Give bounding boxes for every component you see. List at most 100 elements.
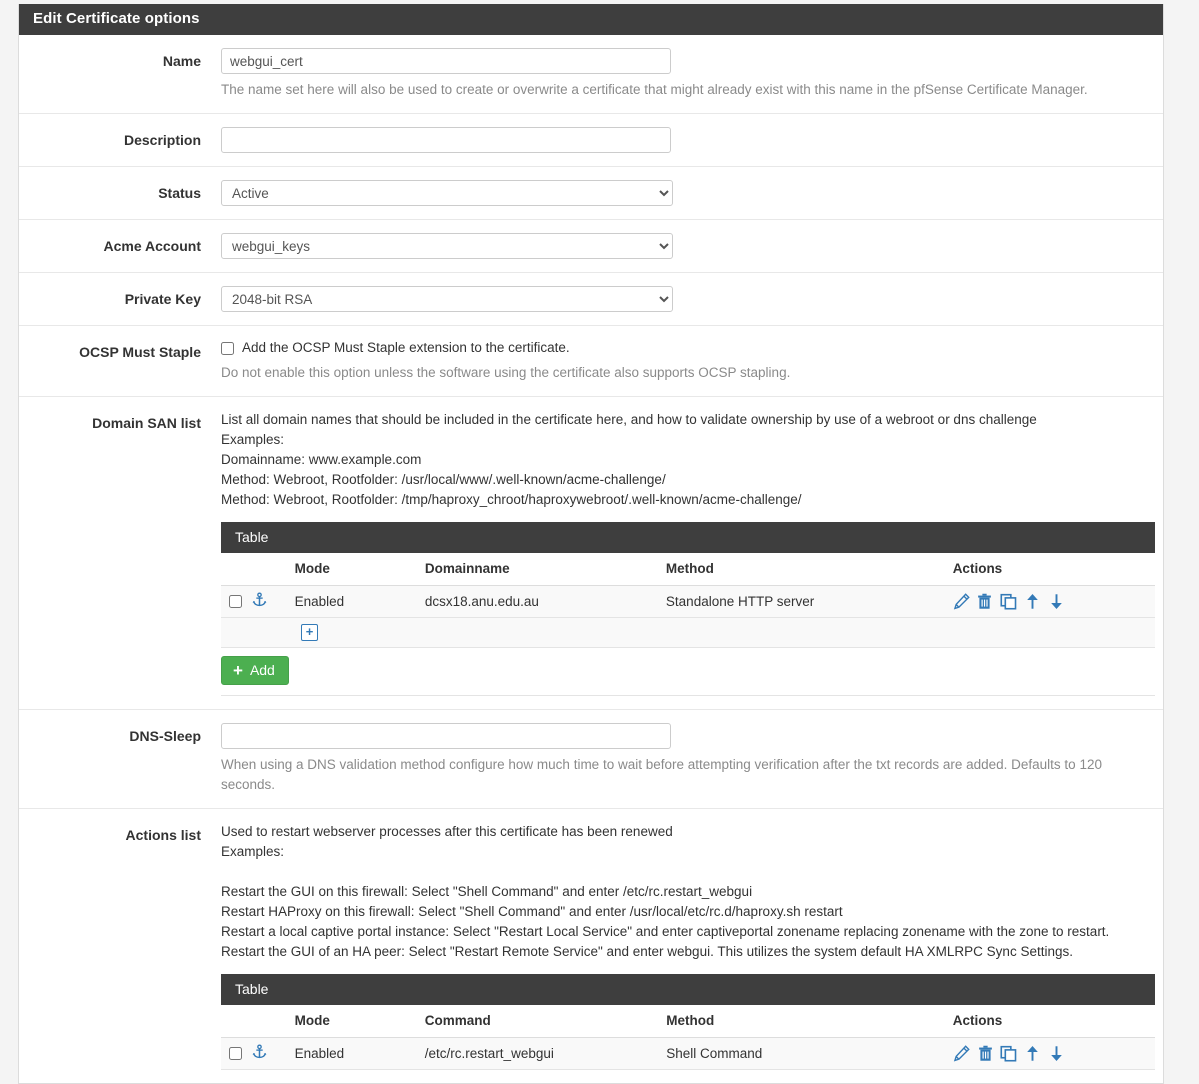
table-row: Enabled /etc/rc.restart_webgui Shell Com…	[221, 1038, 1155, 1070]
actions-list-description: Used to restart webserver processes afte…	[221, 822, 1155, 962]
domain-san-list-description: List all domain names that should be inc…	[221, 410, 1155, 510]
anchor-icon[interactable]	[252, 1044, 267, 1063]
row-select-cell	[221, 1038, 289, 1070]
status-field-wrap: Active	[201, 180, 1163, 206]
row-method: Shell Command	[660, 1038, 947, 1070]
dns-sleep-help: When using a DNS validation method confi…	[221, 755, 1141, 795]
arrow-up-icon[interactable]	[1024, 1045, 1041, 1062]
actions-line: Restart a local captive portal instance:…	[221, 924, 1109, 939]
domain-san-line: Method: Webroot, Rootfolder: /usr/local/…	[221, 472, 666, 487]
copy-icon[interactable]	[1000, 593, 1017, 610]
plus-glyph-icon: +	[233, 663, 243, 678]
ocsp-must-staple-label: OCSP Must Staple	[19, 339, 201, 360]
actions-list-field-wrap: Used to restart webserver processes afte…	[201, 822, 1169, 1070]
domain-san-table-title: Table	[221, 522, 1155, 553]
row-select-cell	[221, 586, 289, 618]
add-button-row: + Add	[221, 648, 1155, 696]
row-actions	[947, 1038, 1155, 1070]
add-row-cell: +	[221, 618, 1155, 648]
row-select-checkbox[interactable]	[229, 1047, 242, 1060]
actions-line: Restart the GUI on this firewall: Select…	[221, 884, 752, 899]
anchor-icon[interactable]	[252, 592, 267, 611]
trash-icon[interactable]	[977, 1045, 994, 1062]
form-row-private-key: Private Key 2048-bit RSA	[19, 273, 1163, 326]
actions-blank-line	[221, 862, 1155, 882]
add-button[interactable]: + Add	[221, 656, 289, 685]
domain-san-list-field-wrap: List all domain names that should be inc…	[201, 410, 1169, 696]
description-label: Description	[19, 127, 201, 148]
row-select-checkbox[interactable]	[229, 595, 242, 608]
status-label: Status	[19, 180, 201, 201]
form-row-dns-sleep: DNS-Sleep When using a DNS validation me…	[19, 710, 1163, 809]
add-button-label: Add	[250, 663, 275, 678]
actions-table: Mode Command Method Actions	[221, 1005, 1155, 1070]
description-input[interactable]	[221, 127, 671, 153]
name-field-wrap: The name set here will also be used to c…	[201, 48, 1163, 100]
trash-icon[interactable]	[976, 593, 993, 610]
col-mode: Mode	[289, 553, 419, 586]
ocsp-must-staple-checkbox[interactable]	[221, 342, 234, 355]
panel-title: Edit Certificate options	[19, 4, 1163, 35]
actions-line: Restart the GUI of an HA peer: Select "R…	[221, 944, 1073, 959]
acme-account-field-wrap: webgui_keys	[201, 233, 1163, 259]
name-help: The name set here will also be used to c…	[221, 80, 1141, 100]
pencil-icon[interactable]	[953, 593, 970, 610]
col-command: Command	[419, 1005, 660, 1038]
private-key-select[interactable]: 2048-bit RSA	[221, 286, 673, 312]
actions-list-label: Actions list	[19, 822, 201, 843]
form-row-ocsp-must-staple: OCSP Must Staple Add the OCSP Must Stapl…	[19, 326, 1163, 397]
dns-sleep-input[interactable]	[221, 723, 671, 749]
col-actions: Actions	[947, 1005, 1155, 1038]
name-label: Name	[19, 48, 201, 69]
domain-san-line: Domainname: www.example.com	[221, 452, 421, 467]
form-row-domain-san-list: Domain SAN list List all domain names th…	[19, 397, 1163, 710]
domain-san-table: Mode Domainname Method Actions	[221, 553, 1155, 648]
row-domainname: dcsx18.anu.edu.au	[419, 586, 660, 618]
table-add-row: +	[221, 618, 1155, 648]
actions-table-title: Table	[221, 974, 1155, 1005]
actions-line: Restart HAProxy on this firewall: Select…	[221, 904, 843, 919]
actions-table-wrap: Table Mode Command Method Actions	[221, 974, 1155, 1070]
col-method: Method	[660, 553, 947, 586]
table-header-row: Mode Command Method Actions	[221, 1005, 1155, 1038]
table-header-row: Mode Domainname Method Actions	[221, 553, 1155, 586]
form-row-acme-account: Acme Account webgui_keys	[19, 220, 1163, 273]
row-mode: Enabled	[289, 586, 419, 618]
col-select	[221, 553, 289, 586]
row-method: Standalone HTTP server	[660, 586, 947, 618]
ocsp-must-staple-checkbox-label: Add the OCSP Must Staple extension to th…	[242, 339, 570, 357]
form-row-description: Description	[19, 114, 1163, 167]
private-key-label: Private Key	[19, 286, 201, 307]
arrow-down-icon[interactable]	[1048, 593, 1065, 610]
row-command: /etc/rc.restart_webgui	[419, 1038, 660, 1070]
status-select[interactable]: Active	[221, 180, 673, 206]
col-actions: Actions	[947, 553, 1155, 586]
name-input[interactable]	[221, 48, 671, 74]
ocsp-must-staple-field-wrap: Add the OCSP Must Staple extension to th…	[201, 339, 1163, 383]
ocsp-must-staple-checkbox-row[interactable]: Add the OCSP Must Staple extension to th…	[221, 339, 1149, 357]
arrow-down-icon[interactable]	[1048, 1045, 1065, 1062]
pencil-icon[interactable]	[953, 1045, 970, 1062]
acme-account-label: Acme Account	[19, 233, 201, 254]
domain-san-table-wrap: Table Mode Domainname Method Actions	[221, 522, 1155, 696]
plus-icon[interactable]: +	[301, 624, 318, 641]
domain-san-line: List all domain names that should be inc…	[221, 412, 1037, 427]
private-key-field-wrap: 2048-bit RSA	[201, 286, 1163, 312]
col-domainname: Domainname	[419, 553, 660, 586]
domain-san-line: Examples:	[221, 432, 284, 447]
copy-icon[interactable]	[1000, 1045, 1017, 1062]
form-row-name: Name The name set here will also be used…	[19, 35, 1163, 114]
form-row-actions-list: Actions list Used to restart webserver p…	[19, 809, 1163, 1083]
dns-sleep-label: DNS-Sleep	[19, 723, 201, 744]
row-actions	[947, 586, 1155, 618]
panel-body: Name The name set here will also be used…	[19, 35, 1163, 1083]
domain-san-line: Method: Webroot, Rootfolder: /tmp/haprox…	[221, 492, 802, 507]
edit-certificate-panel: Edit Certificate options Name The name s…	[18, 4, 1164, 1084]
actions-line: Examples:	[221, 844, 284, 859]
col-method: Method	[660, 1005, 947, 1038]
form-row-status: Status Active	[19, 167, 1163, 220]
ocsp-must-staple-help: Do not enable this option unless the sof…	[221, 363, 1141, 383]
acme-account-select[interactable]: webgui_keys	[221, 233, 673, 259]
arrow-up-icon[interactable]	[1024, 593, 1041, 610]
description-field-wrap	[201, 127, 1163, 153]
